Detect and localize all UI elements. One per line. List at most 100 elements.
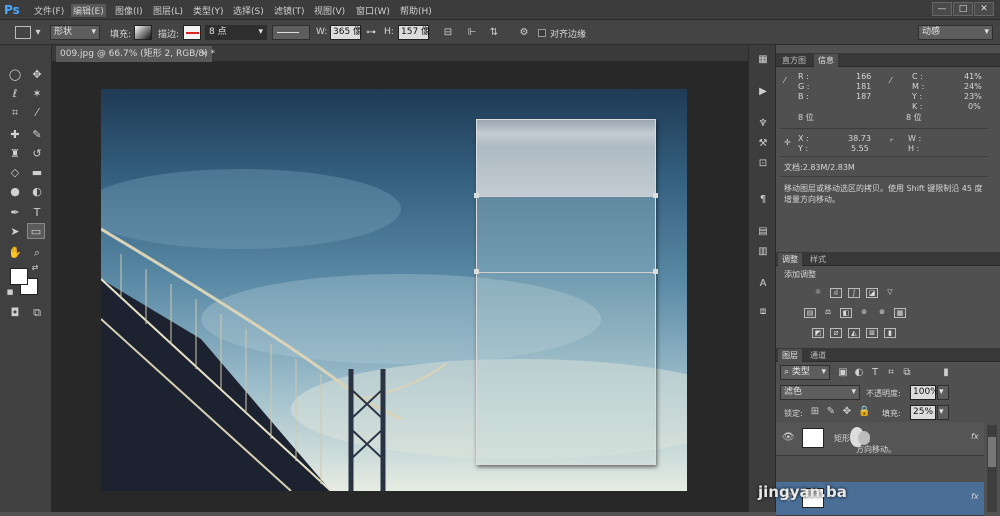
pixel-filter-icon[interactable]: ▣ (838, 367, 848, 379)
tab-layers[interactable]: 图层 (778, 349, 802, 362)
channel-mixer-icon[interactable]: ⊛ (876, 308, 888, 318)
menu-file[interactable]: 文件(F) (34, 4, 64, 17)
hue-saturation-icon[interactable]: ▤ (804, 308, 816, 318)
menu-filter[interactable]: 滤镜(T) (274, 4, 305, 17)
height-input[interactable]: 157 像 (398, 25, 430, 40)
fx-badge[interactable]: fx (971, 492, 979, 501)
character-styles-icon[interactable]: ▤ (756, 225, 770, 239)
shape-mode-dropdown[interactable]: 形状 ▾ (50, 25, 100, 40)
clone-source-icon[interactable]: ⊡ (756, 157, 770, 171)
path-selection-icon[interactable]: ➤ (6, 224, 24, 240)
magic-wand-tool-icon[interactable]: ✶ (28, 86, 46, 102)
rectangle-shape-tool-icon[interactable]: ▭ (27, 223, 45, 239)
tab-channels[interactable]: 通道 (806, 349, 830, 362)
menu-image[interactable]: 图像(I) (115, 4, 143, 17)
width-input[interactable]: 365 像 (330, 25, 362, 40)
clone-stamp-icon[interactable]: ♜ (6, 146, 24, 162)
path-arrangement-icon[interactable]: ⇅ (487, 27, 501, 39)
type-filter-icon[interactable]: T (870, 367, 880, 379)
menu-edit[interactable]: 编辑(E) (71, 4, 106, 17)
adjustment-filter-icon[interactable]: ◐ (854, 367, 864, 379)
anchor-handle[interactable] (474, 193, 479, 198)
anchor-handle[interactable] (653, 269, 658, 274)
stroke-swatch[interactable] (183, 25, 201, 40)
blend-mode-dropdown[interactable]: 滤色 ▾ (780, 385, 860, 400)
history-panel-icon[interactable]: ▦ (756, 53, 770, 67)
zoom-tool-icon[interactable]: ⌕ (28, 245, 46, 261)
dodge-tool-icon[interactable]: ◐ (28, 184, 46, 200)
screen-mode-icon[interactable]: ⧉ (28, 305, 46, 321)
fill-slider-button[interactable]: ▾ (937, 405, 949, 420)
stroke-type-dropdown[interactable] (272, 25, 310, 40)
shape-filter-icon[interactable]: ⌗ (886, 367, 896, 379)
fill-input[interactable]: 25% (910, 405, 936, 420)
gradient-tool-icon[interactable]: ▬ (28, 165, 46, 181)
paragraph-styles-icon[interactable]: ▥ (756, 245, 770, 259)
exposure-icon[interactable]: ◪ (866, 288, 878, 298)
tab-histogram[interactable]: 直方图 (778, 54, 810, 67)
rectangle-tool-icon[interactable] (15, 26, 31, 39)
threshold-icon[interactable]: ◭ (848, 328, 860, 338)
layer-comps-icon[interactable]: ⧈ (756, 305, 770, 319)
character-panel-icon[interactable]: A (756, 277, 770, 291)
color-lookup-icon[interactable]: ▦ (894, 308, 906, 318)
menu-help[interactable]: 帮助(H) (400, 4, 432, 17)
brush-presets-icon[interactable]: ⚒ (756, 137, 770, 151)
lock-pixels-icon[interactable]: ✎ (826, 406, 836, 418)
lock-position-icon[interactable]: ✥ (842, 406, 852, 418)
menu-layer[interactable]: 图层(L) (153, 4, 183, 17)
scroll-thumb[interactable] (988, 437, 996, 467)
black-white-icon[interactable]: ◧ (840, 308, 852, 318)
levels-icon[interactable]: ıl (830, 288, 842, 298)
eraser-tool-icon[interactable]: ◇ (6, 165, 24, 181)
vibrance-icon[interactable]: ▽ (884, 288, 896, 298)
layer-row[interactable]: 👁 矩形2拷贝 fx 方向移动。 (776, 422, 984, 456)
hand-tool-icon[interactable]: ✋ (6, 245, 24, 261)
maximize-button[interactable]: □ (953, 2, 973, 16)
tab-styles[interactable]: 样式 (806, 253, 830, 266)
smart-object-filter-icon[interactable]: ⧉ (902, 367, 912, 379)
curves-icon[interactable]: ∫ (848, 288, 860, 298)
eyedropper-tool-icon[interactable]: ⁄ (28, 105, 46, 121)
foreground-color-swatch[interactable] (10, 268, 28, 285)
anchor-handle[interactable] (474, 269, 479, 274)
eye-icon[interactable]: 👁 (782, 432, 795, 444)
photo-filter-icon[interactable]: ⊚ (858, 308, 870, 318)
paragraph-panel-icon[interactable]: ¶ (756, 193, 770, 207)
menu-select[interactable]: 选择(S) (233, 4, 264, 17)
filter-toggle-icon[interactable]: ▮ (942, 367, 950, 379)
brush-tool-icon[interactable]: ✎ (28, 127, 46, 143)
marquee-tool-icon[interactable]: ◯ (6, 67, 24, 83)
posterize-icon[interactable]: ⧄ (830, 328, 842, 338)
stroke-width-field[interactable]: 8 点 ▾ (205, 25, 267, 40)
selective-color-icon[interactable]: ⊠ (866, 328, 878, 338)
tab-info[interactable]: 信息 (814, 54, 838, 67)
link-icon[interactable]: ⊶ (365, 27, 377, 39)
menu-window[interactable]: 窗口(W) (356, 4, 390, 17)
pen-tool-icon[interactable]: ✒ (6, 205, 24, 221)
crop-tool-icon[interactable]: ⌗ (6, 105, 24, 121)
opacity-slider-button[interactable]: ▾ (937, 385, 949, 400)
move-tool-icon[interactable]: ✥ (28, 67, 46, 83)
align-edges-checkbox[interactable] (538, 29, 546, 37)
color-balance-icon[interactable]: ⚖ (822, 308, 834, 318)
actions-play-icon[interactable]: ▶ (756, 85, 770, 99)
history-brush-icon[interactable]: ↺ (28, 146, 46, 162)
document-tab[interactable]: 009.jpg @ 66.7% (矩形 2, RGB/8) * × (56, 46, 215, 62)
swap-colors-icon[interactable]: ⇄ (30, 263, 40, 273)
chevron-down-icon[interactable]: ▾ (34, 27, 42, 39)
lock-transparent-icon[interactable]: ⊞ (810, 406, 820, 418)
lock-all-icon[interactable]: 🔒 (858, 406, 870, 418)
healing-brush-icon[interactable]: ✚ (6, 127, 24, 143)
rectangle-shape-layer[interactable] (474, 119, 658, 465)
close-button[interactable]: ✕ (974, 2, 994, 16)
layer-filter-dropdown[interactable]: ⌕ 类型 ▾ (780, 365, 830, 380)
close-tab-icon[interactable]: × (200, 46, 208, 62)
fill-swatch[interactable] (134, 25, 152, 40)
brightness-icon[interactable]: ☼ (812, 288, 824, 298)
type-tool-icon[interactable]: T (28, 205, 46, 221)
menu-view[interactable]: 视图(V) (314, 4, 345, 17)
gradient-map-icon[interactable]: ▮ (884, 328, 896, 338)
lasso-tool-icon[interactable]: ℓ (6, 86, 24, 102)
anchor-handle[interactable] (653, 193, 658, 198)
